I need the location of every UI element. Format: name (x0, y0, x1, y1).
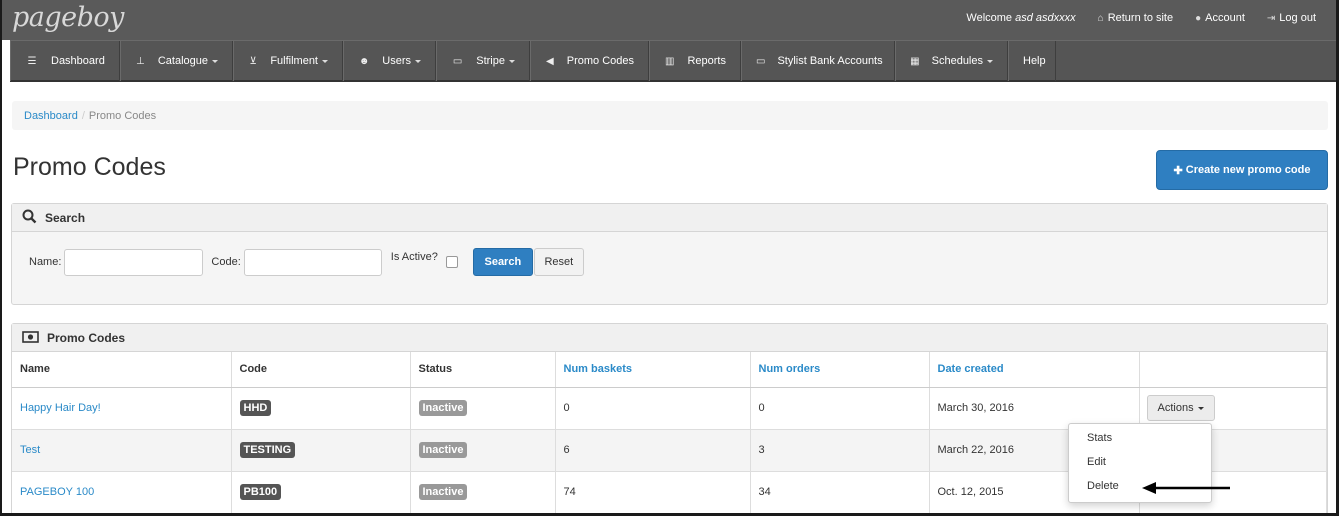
calendar-icon: ▦ (910, 55, 920, 67)
top-bar: pageboy Welcome asd asdxxxx ⌂ Return to s… (2, 0, 1336, 40)
code-badge: PB100 (239, 484, 282, 500)
plus-icon: ✚ (1173, 164, 1183, 177)
promo-codes-panel-header: Promo Codes (12, 324, 1327, 352)
search-panel: Search Name: Code: Is Active? Search Res… (11, 203, 1328, 305)
col-num-baskets[interactable]: Num baskets (555, 352, 751, 388)
is-active-label: Is Active? (390, 251, 438, 263)
user-icon: ● (1195, 13, 1202, 24)
name-label: Name: (29, 256, 62, 268)
breadcrumb-dashboard[interactable]: Dashboard (24, 110, 78, 122)
nav-schedules[interactable]: ▦ Schedules (895, 41, 1008, 81)
status-badge: Inactive (418, 400, 468, 416)
nav-stylist-bank-accounts[interactable]: ▭ Stylist Bank Accounts (741, 41, 895, 81)
breadcrumb: Dashboard / Promo Codes (12, 101, 1328, 130)
code-badge: TESTING (239, 442, 296, 458)
code-label: Code: (211, 256, 241, 268)
col-status: Status (410, 352, 556, 388)
reset-button[interactable]: Reset (533, 248, 584, 276)
name-field[interactable] (64, 248, 204, 276)
username: asd asdxxxx (1015, 12, 1076, 24)
status-badge: Inactive (418, 442, 468, 458)
code-badge: HHD (239, 400, 272, 416)
logo[interactable]: pageboy (12, 2, 124, 33)
menu-item-stats[interactable]: Stats (1069, 428, 1211, 452)
search-icon (22, 209, 37, 227)
nav-catalogue[interactable]: ⊥ Catalogue (120, 41, 233, 81)
search-form: Name: Code: Is Active? Search Reset (12, 232, 1327, 292)
num-orders: 3 (750, 429, 930, 472)
nav-help[interactable]: Help (1008, 41, 1056, 81)
card-icon: ▭ (452, 55, 463, 67)
logout-link[interactable]: ⇥ Log out (1267, 12, 1316, 24)
nav-dashboard[interactable]: ☰ Dashboard (10, 41, 120, 81)
nav-stripe[interactable]: ▭ Stripe (436, 41, 530, 81)
create-promo-code-button[interactable]: ✚ Create new promo code (1156, 150, 1328, 190)
chevron-down-icon (212, 59, 218, 63)
chevron-down-icon (509, 59, 515, 63)
chevron-down-icon (1197, 406, 1204, 410)
chevron-down-icon (987, 59, 993, 63)
col-num-orders[interactable]: Num orders (750, 352, 930, 388)
logout-icon: ⇥ (1266, 13, 1276, 24)
account-link[interactable]: ● Account (1195, 12, 1245, 24)
breadcrumb-current: Promo Codes (88, 110, 157, 122)
users-icon: ☻ (358, 55, 370, 67)
main-nav: ☰ Dashboard ⊥ Catalogue ⊻ Fulfilment ☻ Users… (10, 40, 1336, 82)
promo-name-link[interactable]: Happy Hair Day! (20, 402, 101, 414)
chart-icon: ▥ (665, 55, 675, 67)
nav-users[interactable]: ☻ Users (343, 41, 436, 81)
num-baskets: 74 (555, 471, 751, 513)
is-active-checkbox[interactable] (445, 256, 458, 268)
col-date-created[interactable]: Date created (929, 352, 1140, 388)
cart-icon: ⊻ (249, 55, 257, 67)
welcome-text: Welcome asd asdxxxx (966, 12, 1076, 24)
list-icon: ☰ (27, 55, 37, 67)
num-baskets: 0 (555, 387, 751, 430)
sitemap-icon: ⊥ (136, 55, 145, 67)
top-links: Welcome asd asdxxxx ⌂ Return to site ● Acc… (966, 12, 1316, 24)
search-panel-header: Search (12, 204, 1327, 232)
col-name: Name (12, 352, 232, 388)
home-icon: ⌂ (1097, 13, 1104, 24)
code-field[interactable] (243, 248, 382, 276)
page-title: Promo Codes (13, 153, 166, 181)
bullhorn-icon: ◀ (546, 55, 554, 67)
chevron-down-icon (415, 59, 421, 63)
card-icon: ▭ (756, 55, 766, 67)
col-code: Code (231, 352, 411, 388)
num-orders: 34 (750, 471, 930, 513)
search-button[interactable]: Search (472, 248, 533, 276)
browser-frame: pageboy Welcome asd asdxxxx ⌂ Return to s… (2, 0, 1336, 513)
annotation-arrow-icon (1142, 482, 1230, 494)
nav-fulfilment[interactable]: ⊻ Fulfilment (233, 41, 343, 81)
table-header-row: Name Code Status Num baskets Num orders … (12, 352, 1327, 388)
actions-button[interactable]: Actions (1146, 395, 1215, 421)
status-badge: Inactive (418, 484, 468, 500)
promo-name-link[interactable]: PAGEBOY 100 (20, 486, 94, 498)
num-baskets: 6 (555, 429, 751, 472)
promo-name-link[interactable]: Test (20, 444, 40, 456)
return-to-site-link[interactable]: ⌂ Return to site (1098, 12, 1173, 24)
col-actions (1139, 352, 1327, 388)
menu-item-edit[interactable]: Edit (1069, 452, 1211, 476)
money-icon (22, 330, 39, 346)
chevron-down-icon (322, 59, 328, 63)
nav-promo-codes[interactable]: ◀ Promo Codes (530, 41, 649, 81)
num-orders: 0 (750, 387, 930, 430)
nav-reports[interactable]: ▥ Reports (649, 41, 741, 81)
